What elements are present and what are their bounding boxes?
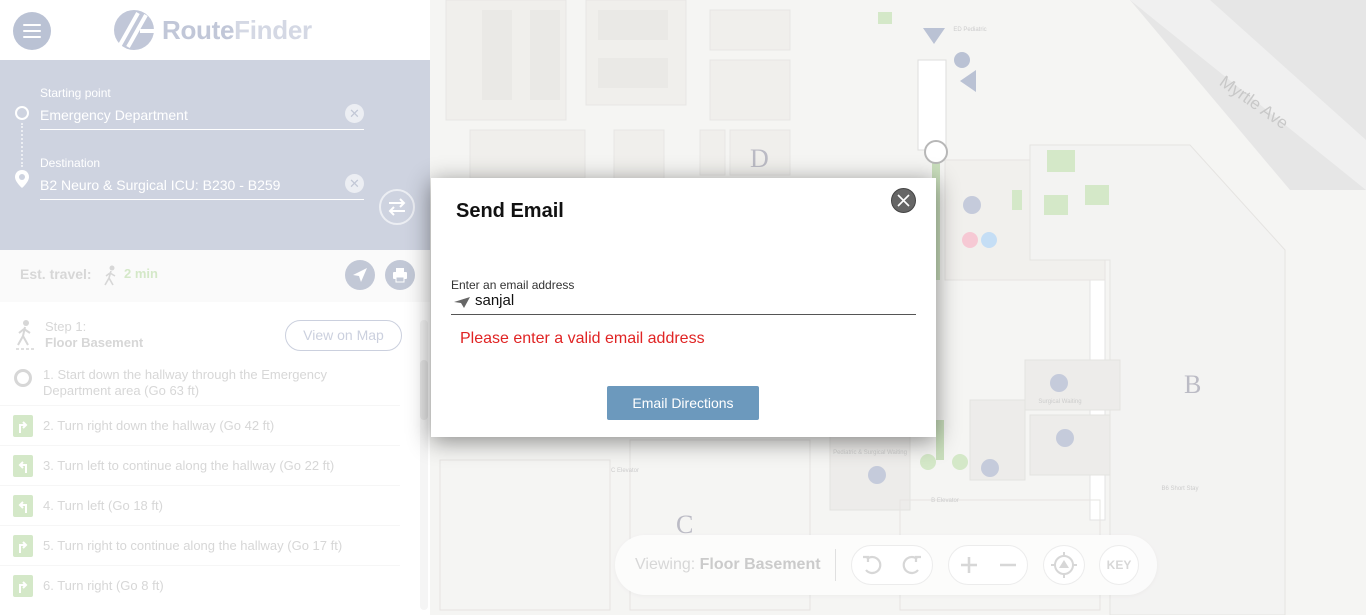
send-icon xyxy=(454,297,470,308)
close-icon[interactable] xyxy=(891,188,916,213)
email-value: sanjal xyxy=(475,292,515,309)
email-directions-button[interactable]: Email Directions xyxy=(607,386,759,420)
dialog-title: Send Email xyxy=(456,200,564,222)
close-glyph xyxy=(897,194,910,207)
send-email-dialog: Send Email Enter an email address sanjal… xyxy=(431,178,936,437)
email-error-message: Please enter a valid email address xyxy=(460,330,705,347)
email-label: Enter an email address xyxy=(451,278,575,292)
email-field[interactable]: sanjal xyxy=(451,291,916,315)
